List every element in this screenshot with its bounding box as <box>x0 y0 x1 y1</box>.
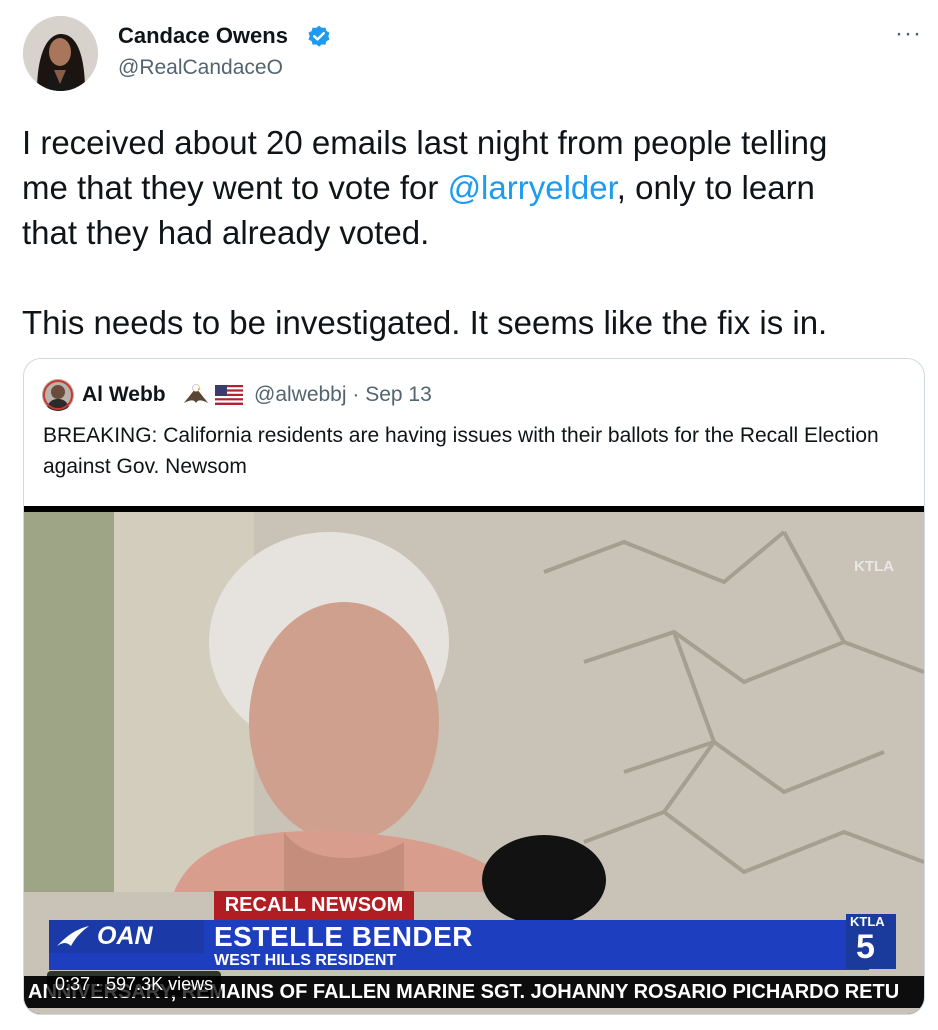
quoted-tweet[interactable]: Al Webb @alwebbj · Sep 13 BREAKING: Cali… <box>23 358 925 1015</box>
oan-eagle-icon <box>57 926 89 946</box>
video-duration-views: 0:37 · 597.3K views <box>47 971 222 997</box>
station-logo-number: 5 <box>856 928 875 966</box>
recall-label: RECALL NEWSOM <box>214 891 414 920</box>
author-handle[interactable]: @RealCandaceO <box>118 56 283 80</box>
station-logo-text: KTLA <box>850 914 885 929</box>
guest-name: ESTELLE BENDER <box>214 921 474 952</box>
quoted-handle-date[interactable]: @alwebbj · Sep 13 <box>254 383 432 407</box>
author-name[interactable]: Candace Owens <box>118 23 288 49</box>
mention-link[interactable]: @larryelder <box>448 169 617 206</box>
station-logo: KTLA 5 <box>846 914 896 969</box>
quoted-author-name[interactable]: Al Webb <box>82 383 166 407</box>
more-icon[interactable]: ··· <box>895 20 922 48</box>
station-watermark: KTLA <box>854 558 894 575</box>
video-player[interactable]: KTLA RECALL NEWSOM OAN ESTELLE BENDER WE… <box>24 506 924 1014</box>
news-lower-third: RECALL NEWSOM OAN ESTELLE BENDER WEST HI… <box>24 881 924 1008</box>
quoted-tweet-text: BREAKING: California residents are havin… <box>43 424 879 478</box>
oan-badge: OAN <box>49 920 204 953</box>
verified-badge-icon <box>308 25 330 47</box>
tweet-text: I received about 20 emails last night fr… <box>22 120 937 345</box>
us-flag-icon <box>215 385 243 405</box>
author-avatar[interactable] <box>23 16 98 91</box>
guest-title: WEST HILLS RESIDENT <box>214 952 397 969</box>
quoted-author-avatar[interactable] <box>42 379 74 411</box>
network-logo: OAN <box>97 922 153 950</box>
eagle-icon <box>184 384 208 403</box>
